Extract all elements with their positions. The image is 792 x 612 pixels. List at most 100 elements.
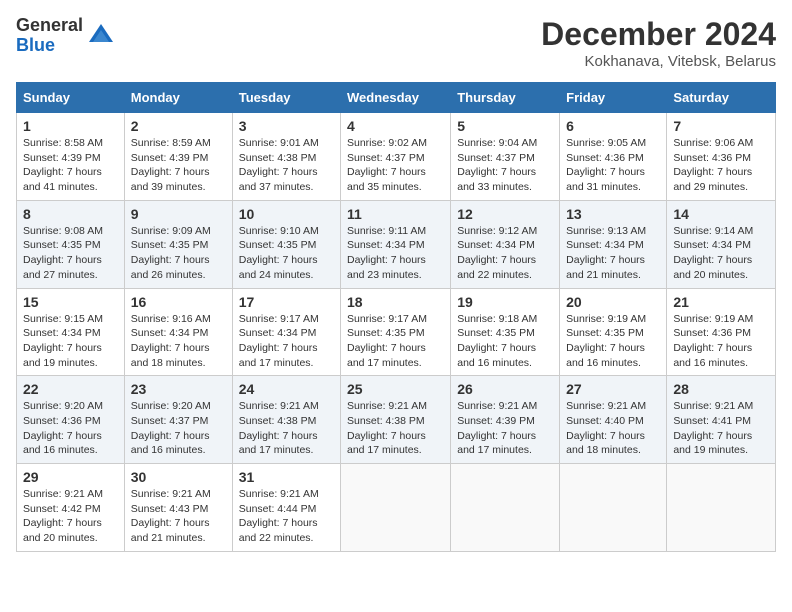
day-info: Sunrise: 9:06 AMSunset: 4:36 PMDaylight:…: [673, 136, 769, 195]
calendar-day-cell: 11 Sunrise: 9:11 AMSunset: 4:34 PMDaylig…: [341, 200, 451, 288]
calendar-week-row: 22 Sunrise: 9:20 AMSunset: 4:36 PMDaylig…: [17, 376, 776, 464]
day-info: Sunrise: 9:21 AMSunset: 4:38 PMDaylight:…: [347, 399, 444, 458]
day-info: Sunrise: 9:18 AMSunset: 4:35 PMDaylight:…: [457, 312, 553, 371]
calendar-day-cell: 9 Sunrise: 9:09 AMSunset: 4:35 PMDayligh…: [124, 200, 232, 288]
calendar-day-cell: 29 Sunrise: 9:21 AMSunset: 4:42 PMDaylig…: [17, 464, 125, 552]
calendar-day-cell: 15 Sunrise: 9:15 AMSunset: 4:34 PMDaylig…: [17, 288, 125, 376]
day-info: Sunrise: 8:59 AMSunset: 4:39 PMDaylight:…: [131, 136, 226, 195]
calendar-day-cell: 8 Sunrise: 9:08 AMSunset: 4:35 PMDayligh…: [17, 200, 125, 288]
calendar-week-row: 1 Sunrise: 8:58 AMSunset: 4:39 PMDayligh…: [17, 113, 776, 201]
day-info: Sunrise: 9:11 AMSunset: 4:34 PMDaylight:…: [347, 224, 444, 283]
calendar-day-cell: 1 Sunrise: 8:58 AMSunset: 4:39 PMDayligh…: [17, 113, 125, 201]
day-number: 23: [131, 381, 226, 397]
location: Kokhanava, Vitebsk, Belarus: [541, 53, 776, 70]
day-number: 10: [239, 206, 334, 222]
day-info: Sunrise: 9:14 AMSunset: 4:34 PMDaylight:…: [673, 224, 769, 283]
day-number: 5: [457, 118, 553, 134]
day-number: 17: [239, 294, 334, 310]
day-info: Sunrise: 9:19 AMSunset: 4:36 PMDaylight:…: [673, 312, 769, 371]
day-number: 31: [239, 469, 334, 485]
day-number: 4: [347, 118, 444, 134]
calendar-day-cell: 25 Sunrise: 9:21 AMSunset: 4:38 PMDaylig…: [341, 376, 451, 464]
weekday-header: Saturday: [667, 83, 776, 113]
calendar-day-cell: 5 Sunrise: 9:04 AMSunset: 4:37 PMDayligh…: [451, 113, 560, 201]
day-info: Sunrise: 9:08 AMSunset: 4:35 PMDaylight:…: [23, 224, 118, 283]
day-number: 28: [673, 381, 769, 397]
day-info: Sunrise: 8:58 AMSunset: 4:39 PMDaylight:…: [23, 136, 118, 195]
day-number: 15: [23, 294, 118, 310]
calendar-day-cell: 23 Sunrise: 9:20 AMSunset: 4:37 PMDaylig…: [124, 376, 232, 464]
day-info: Sunrise: 9:04 AMSunset: 4:37 PMDaylight:…: [457, 136, 553, 195]
day-info: Sunrise: 9:05 AMSunset: 4:36 PMDaylight:…: [566, 136, 660, 195]
day-number: 9: [131, 206, 226, 222]
calendar-day-cell: [341, 464, 451, 552]
calendar-day-cell: 6 Sunrise: 9:05 AMSunset: 4:36 PMDayligh…: [560, 113, 667, 201]
calendar-day-cell: 22 Sunrise: 9:20 AMSunset: 4:36 PMDaylig…: [17, 376, 125, 464]
logo-blue: Blue: [16, 36, 83, 56]
day-number: 14: [673, 206, 769, 222]
day-number: 6: [566, 118, 660, 134]
weekday-header: Thursday: [451, 83, 560, 113]
day-number: 29: [23, 469, 118, 485]
day-number: 20: [566, 294, 660, 310]
calendar-day-cell: [451, 464, 560, 552]
logo-general: General: [16, 16, 83, 36]
day-number: 30: [131, 469, 226, 485]
calendar-day-cell: 26 Sunrise: 9:21 AMSunset: 4:39 PMDaylig…: [451, 376, 560, 464]
weekday-header: Sunday: [17, 83, 125, 113]
day-number: 7: [673, 118, 769, 134]
day-number: 2: [131, 118, 226, 134]
day-info: Sunrise: 9:13 AMSunset: 4:34 PMDaylight:…: [566, 224, 660, 283]
day-info: Sunrise: 9:17 AMSunset: 4:35 PMDaylight:…: [347, 312, 444, 371]
day-info: Sunrise: 9:21 AMSunset: 4:43 PMDaylight:…: [131, 487, 226, 546]
calendar-day-cell: 14 Sunrise: 9:14 AMSunset: 4:34 PMDaylig…: [667, 200, 776, 288]
calendar-day-cell: 7 Sunrise: 9:06 AMSunset: 4:36 PMDayligh…: [667, 113, 776, 201]
calendar-day-cell: 2 Sunrise: 8:59 AMSunset: 4:39 PMDayligh…: [124, 113, 232, 201]
calendar-day-cell: 20 Sunrise: 9:19 AMSunset: 4:35 PMDaylig…: [560, 288, 667, 376]
day-info: Sunrise: 9:20 AMSunset: 4:36 PMDaylight:…: [23, 399, 118, 458]
day-info: Sunrise: 9:10 AMSunset: 4:35 PMDaylight:…: [239, 224, 334, 283]
day-number: 12: [457, 206, 553, 222]
calendar-day-cell: 13 Sunrise: 9:13 AMSunset: 4:34 PMDaylig…: [560, 200, 667, 288]
calendar-week-row: 29 Sunrise: 9:21 AMSunset: 4:42 PMDaylig…: [17, 464, 776, 552]
day-number: 11: [347, 206, 444, 222]
day-info: Sunrise: 9:21 AMSunset: 4:39 PMDaylight:…: [457, 399, 553, 458]
calendar-day-cell: 27 Sunrise: 9:21 AMSunset: 4:40 PMDaylig…: [560, 376, 667, 464]
calendar-day-cell: 12 Sunrise: 9:12 AMSunset: 4:34 PMDaylig…: [451, 200, 560, 288]
day-info: Sunrise: 9:12 AMSunset: 4:34 PMDaylight:…: [457, 224, 553, 283]
title-block: December 2024 Kokhanava, Vitebsk, Belaru…: [541, 16, 776, 70]
logo-icon: [87, 22, 115, 50]
calendar-table: SundayMondayTuesdayWednesdayThursdayFrid…: [16, 82, 776, 552]
calendar-week-row: 15 Sunrise: 9:15 AMSunset: 4:34 PMDaylig…: [17, 288, 776, 376]
weekday-header: Tuesday: [232, 83, 340, 113]
calendar-day-cell: 18 Sunrise: 9:17 AMSunset: 4:35 PMDaylig…: [341, 288, 451, 376]
day-number: 27: [566, 381, 660, 397]
calendar-day-cell: 19 Sunrise: 9:18 AMSunset: 4:35 PMDaylig…: [451, 288, 560, 376]
day-number: 3: [239, 118, 334, 134]
day-info: Sunrise: 9:02 AMSunset: 4:37 PMDaylight:…: [347, 136, 444, 195]
day-number: 16: [131, 294, 226, 310]
month-title: December 2024: [541, 16, 776, 53]
day-info: Sunrise: 9:21 AMSunset: 4:44 PMDaylight:…: [239, 487, 334, 546]
calendar-day-cell: 28 Sunrise: 9:21 AMSunset: 4:41 PMDaylig…: [667, 376, 776, 464]
day-number: 8: [23, 206, 118, 222]
day-info: Sunrise: 9:21 AMSunset: 4:41 PMDaylight:…: [673, 399, 769, 458]
day-info: Sunrise: 9:01 AMSunset: 4:38 PMDaylight:…: [239, 136, 334, 195]
calendar-day-cell: 24 Sunrise: 9:21 AMSunset: 4:38 PMDaylig…: [232, 376, 340, 464]
day-number: 26: [457, 381, 553, 397]
day-info: Sunrise: 9:20 AMSunset: 4:37 PMDaylight:…: [131, 399, 226, 458]
calendar-day-cell: [560, 464, 667, 552]
day-info: Sunrise: 9:16 AMSunset: 4:34 PMDaylight:…: [131, 312, 226, 371]
day-number: 1: [23, 118, 118, 134]
calendar-day-cell: 16 Sunrise: 9:16 AMSunset: 4:34 PMDaylig…: [124, 288, 232, 376]
logo: General Blue: [16, 16, 115, 56]
calendar-day-cell: 10 Sunrise: 9:10 AMSunset: 4:35 PMDaylig…: [232, 200, 340, 288]
day-info: Sunrise: 9:09 AMSunset: 4:35 PMDaylight:…: [131, 224, 226, 283]
weekday-header: Monday: [124, 83, 232, 113]
day-number: 13: [566, 206, 660, 222]
calendar-header-row: SundayMondayTuesdayWednesdayThursdayFrid…: [17, 83, 776, 113]
calendar-day-cell: 21 Sunrise: 9:19 AMSunset: 4:36 PMDaylig…: [667, 288, 776, 376]
day-info: Sunrise: 9:19 AMSunset: 4:35 PMDaylight:…: [566, 312, 660, 371]
day-number: 19: [457, 294, 553, 310]
calendar-day-cell: 30 Sunrise: 9:21 AMSunset: 4:43 PMDaylig…: [124, 464, 232, 552]
